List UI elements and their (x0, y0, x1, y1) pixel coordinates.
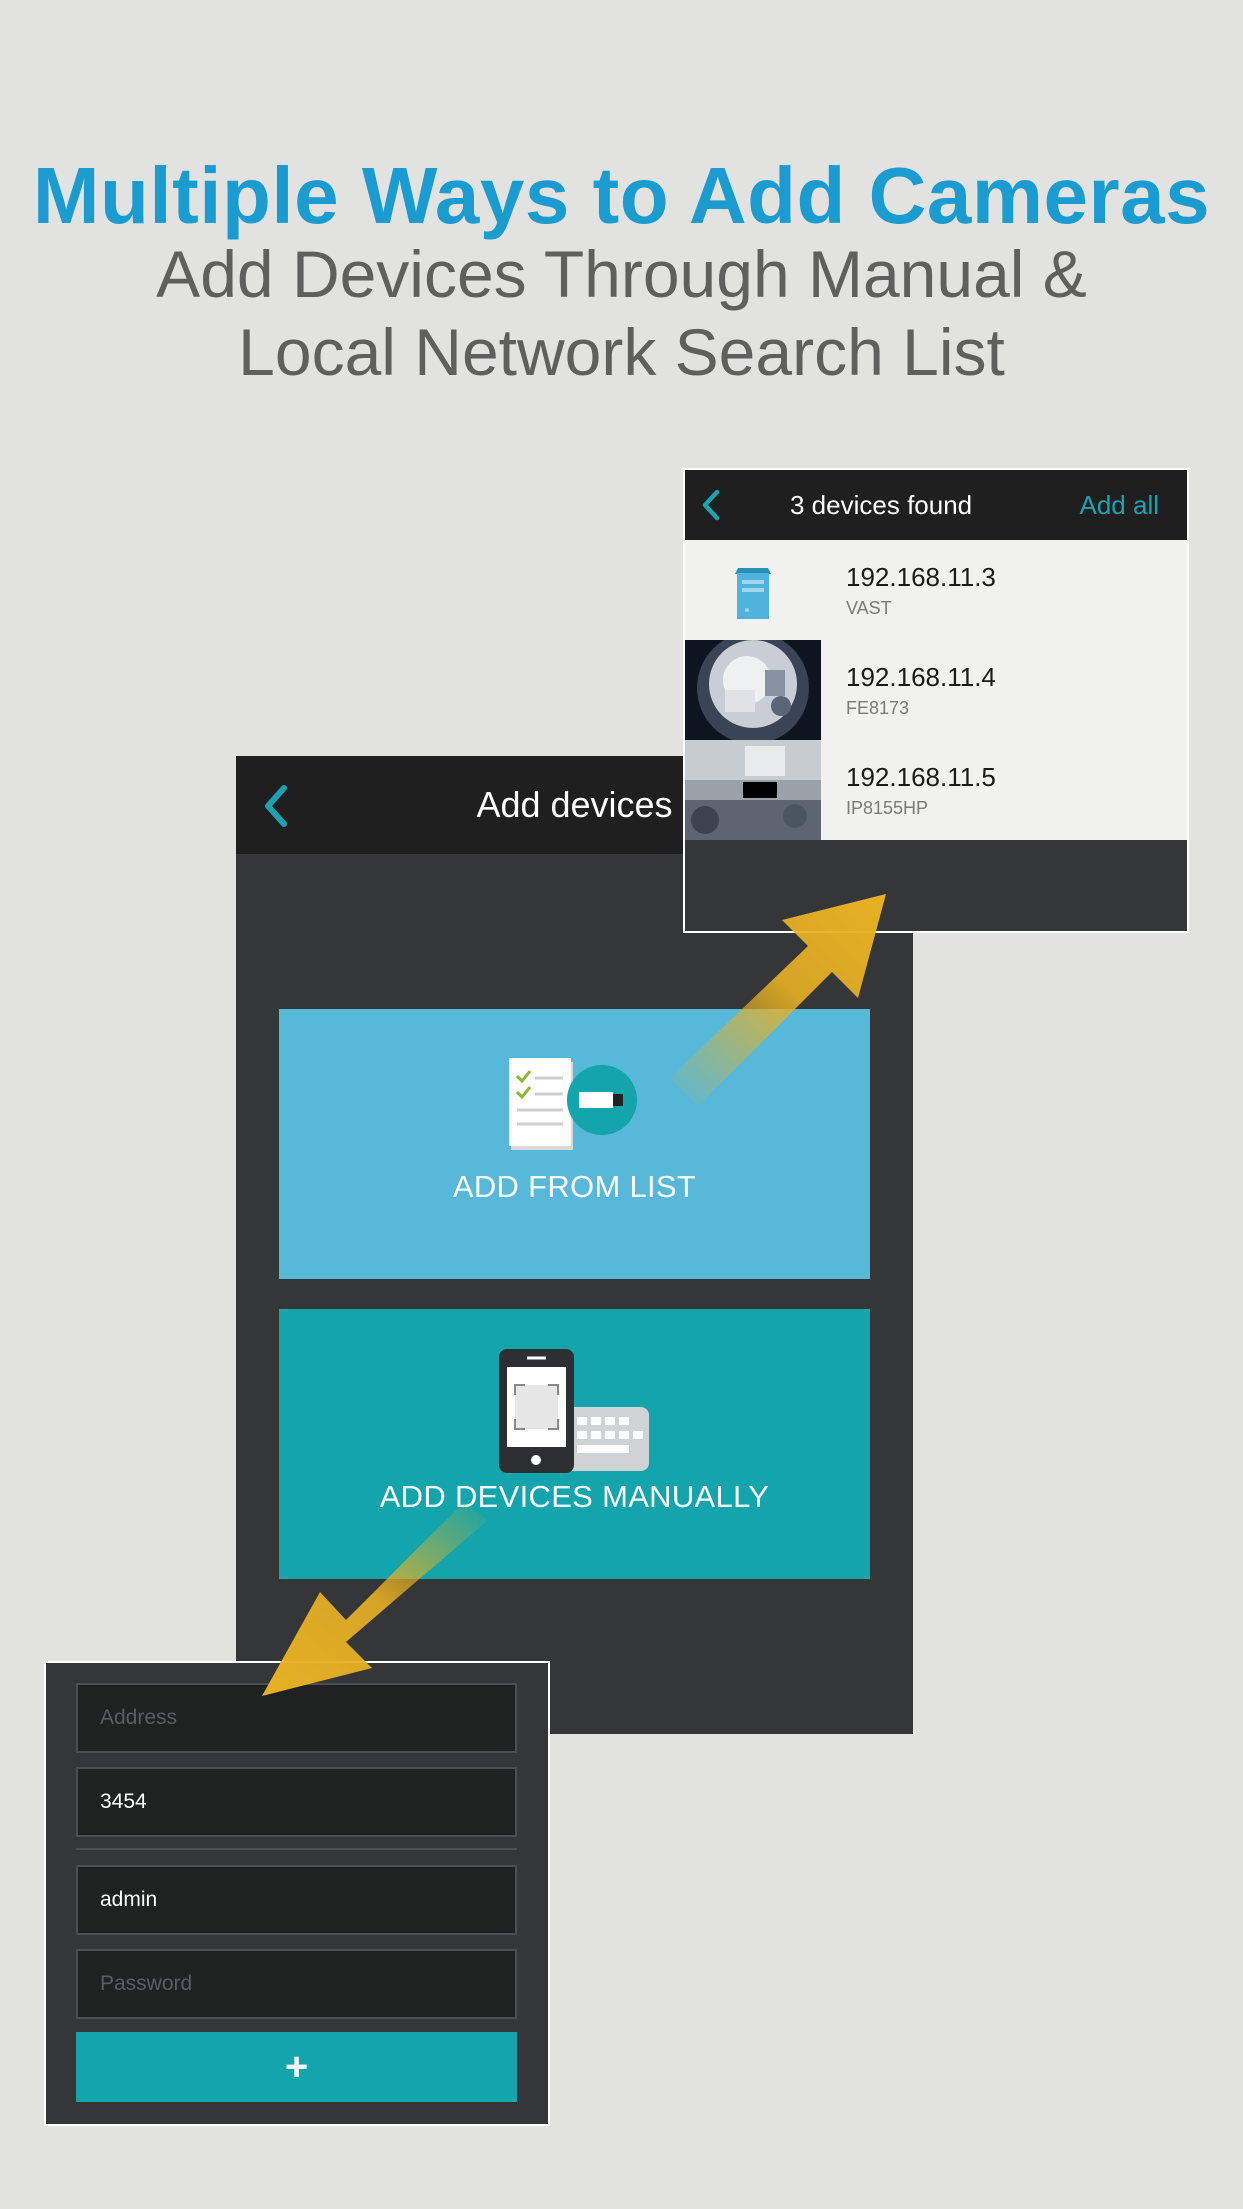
phone-keyboard-icon (499, 1349, 649, 1473)
add-all-button[interactable]: Add all (1080, 470, 1160, 540)
add-from-list-label: ADD FROM LIST (452, 1169, 697, 1204)
device-ip: 192.168.11.5 (846, 762, 996, 792)
add-devices-manually-label: ADD DEVICES MANUALLY (379, 1479, 770, 1514)
fisheye-camera-thumbnail (685, 640, 821, 740)
device-list-item[interactable]: 192.168.11.5 IP8155HP (685, 740, 1187, 840)
address-field[interactable]: Address (76, 1683, 517, 1753)
device-list-item[interactable]: 192.168.11.3 VAST (685, 540, 1187, 640)
subheadline-line-2: Local Network Search List (238, 315, 1005, 389)
server-icon (685, 540, 821, 640)
subheadline-line-1: Add Devices Through Manual & (156, 237, 1087, 311)
port-field[interactable]: 3454 (76, 1767, 517, 1837)
devices-found-header: 3 devices found Add all (685, 470, 1187, 540)
form-divider (76, 1848, 517, 1850)
device-list-item[interactable]: 192.168.11.4 FE8173 (685, 640, 1187, 740)
devices-found-screen: 3 devices found Add all 192.168.11.3 VAS… (683, 468, 1189, 933)
device-model: VAST (846, 598, 892, 618)
headline: Multiple Ways to Add Cameras (32, 151, 1211, 240)
device-model: FE8173 (846, 698, 910, 718)
add-devices-manually-button[interactable]: ADD DEVICES MANUALLY (279, 1309, 870, 1579)
device-model: IP8155HP (846, 798, 929, 818)
add-from-list-button[interactable]: ADD FROM LIST (279, 1009, 870, 1279)
username-field[interactable]: admin (76, 1865, 517, 1935)
device-ip: 192.168.11.4 (846, 662, 996, 692)
plus-icon: + (284, 2045, 309, 2089)
camera-thumbnail (685, 740, 821, 840)
devices-found-title: 3 devices found (790, 490, 973, 520)
manual-add-form: Address 3454 admin Password + (44, 1661, 550, 2126)
checklist-camera-icon (509, 1058, 637, 1150)
add-device-button[interactable]: + (76, 2032, 517, 2102)
chevron-left-icon[interactable] (693, 484, 733, 526)
device-ip: 192.168.11.3 (846, 562, 996, 592)
password-field[interactable]: Password (76, 1949, 517, 2019)
